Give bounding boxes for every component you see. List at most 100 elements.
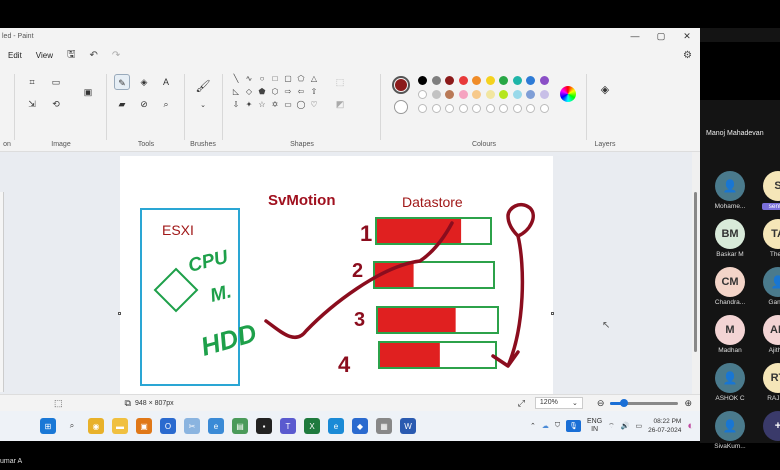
colour-swatch[interactable] xyxy=(526,76,535,85)
menu-view[interactable]: View xyxy=(36,51,53,60)
redo-icon[interactable]: ↷ xyxy=(112,50,120,61)
colour-swatch[interactable] xyxy=(485,76,495,85)
maximize-button[interactable]: ▢ xyxy=(648,31,674,42)
oval-shape-icon[interactable]: ○ xyxy=(256,74,268,83)
colour-swatch[interactable] xyxy=(472,90,481,99)
colour-swatch[interactable] xyxy=(499,90,508,99)
polygon-shape-icon[interactable]: ⬠ xyxy=(295,74,307,83)
right-arrow-shape-icon[interactable]: ⇨ xyxy=(282,87,294,96)
callout-oval-icon[interactable]: ◯ xyxy=(295,100,307,109)
rectangle-shape-icon[interactable]: □ xyxy=(269,74,281,83)
six-point-star-icon[interactable]: ✡ xyxy=(269,100,281,109)
custom-colour-slot[interactable] xyxy=(526,104,535,113)
rotate-icon[interactable]: ⟲ xyxy=(48,96,64,112)
minimize-button[interactable]: — xyxy=(622,31,648,42)
battery-icon[interactable]: ▭ xyxy=(635,422,642,430)
custom-colour-slot[interactable] xyxy=(512,104,522,113)
microphone-icon[interactable]: 🎙 xyxy=(566,420,581,432)
word-icon[interactable]: W xyxy=(400,418,416,434)
colour-swatch[interactable] xyxy=(472,76,481,85)
zoom-slider[interactable] xyxy=(610,398,679,407)
outline-icon[interactable]: ⬚ xyxy=(332,74,348,90)
magnifier-icon[interactable]: ⌕ xyxy=(158,96,174,112)
app-dark-icon[interactable]: ▪ xyxy=(256,418,272,434)
participant-tile[interactable]: BM Baskar M xyxy=(714,219,746,258)
notepad-icon[interactable]: ▤ xyxy=(232,418,248,434)
save-icon[interactable]: 🖫 xyxy=(67,47,76,64)
vertical-scrollbar[interactable] xyxy=(692,152,700,411)
participant-tile[interactable]: TA Theni xyxy=(762,219,780,258)
colour-swatch[interactable] xyxy=(458,90,468,99)
zoom-select[interactable]: 120% ⌄ xyxy=(534,397,583,409)
line-shape-icon[interactable]: ╲ xyxy=(230,74,242,83)
zoom-in-icon[interactable]: ⊕ xyxy=(684,398,692,409)
colour-swatch[interactable] xyxy=(431,76,441,85)
heart-shape-icon[interactable]: ♡ xyxy=(308,100,320,109)
eraser-icon[interactable]: ▰ xyxy=(114,96,130,112)
colour-swatch[interactable] xyxy=(445,90,454,99)
custom-colour-slot[interactable] xyxy=(485,104,495,113)
curve-shape-icon[interactable]: ∿ xyxy=(243,74,255,83)
close-button[interactable]: ✕ xyxy=(674,31,700,42)
left-arrow-shape-icon[interactable]: ⇦ xyxy=(295,87,307,96)
brush-icon[interactable]: 🖌 xyxy=(195,78,211,94)
pentagon-shape-icon[interactable]: ⬟ xyxy=(256,87,268,96)
right-triangle-shape-icon[interactable]: ◺ xyxy=(230,87,242,96)
select-icon[interactable]: ▭ xyxy=(48,74,64,90)
chevron-up-icon[interactable]: ⌃ xyxy=(530,422,536,430)
layers-icon[interactable]: ◈ xyxy=(597,82,613,98)
search-icon[interactable]: ⌕ xyxy=(64,418,80,434)
participant-tile[interactable]: 👤 Ganes xyxy=(762,267,780,306)
triangle-shape-icon[interactable]: △ xyxy=(308,74,320,83)
colour-swatch[interactable] xyxy=(418,76,427,85)
colour-swatch[interactable] xyxy=(512,90,522,99)
text-icon[interactable]: A xyxy=(158,74,174,90)
pencil-icon[interactable]: ✎ xyxy=(114,74,130,90)
secondary-colour[interactable] xyxy=(394,100,408,114)
participant-tile[interactable]: AK Ajith K xyxy=(762,315,780,354)
custom-colour-slot[interactable] xyxy=(458,104,468,113)
onedrive-icon[interactable]: ☁ xyxy=(542,422,549,430)
resize-handle[interactable] xyxy=(551,312,554,315)
undo-icon[interactable]: ↶ xyxy=(90,50,98,61)
zoom-out-icon[interactable]: ⊖ xyxy=(597,398,605,409)
chevron-down-icon[interactable]: ⌄ xyxy=(195,98,211,114)
edge-icon[interactable]: e xyxy=(328,418,344,434)
file-explorer-icon[interactable]: ▬ xyxy=(112,418,128,434)
participant-tile[interactable]: 👤 ASHOK C xyxy=(714,363,746,402)
participant-tile[interactable]: + xyxy=(762,411,780,443)
participant-tile[interactable]: Ssenthil xyxy=(762,171,780,210)
colour-swatch[interactable] xyxy=(458,76,468,85)
custom-colour-slot[interactable] xyxy=(431,104,441,113)
diamond-shape-icon[interactable]: ◇ xyxy=(243,87,255,96)
calculator-icon[interactable]: ▦ xyxy=(376,418,392,434)
shape-fill-icon[interactable]: ◩ xyxy=(332,96,348,112)
fill-bucket-icon[interactable]: ◈ xyxy=(136,74,152,90)
crop-icon[interactable]: ⌗ xyxy=(24,74,40,90)
app-icon[interactable]: ▣ xyxy=(136,418,152,434)
outlook-icon[interactable]: O xyxy=(160,418,176,434)
primary-colour[interactable] xyxy=(392,76,410,94)
colour-swatch[interactable] xyxy=(526,90,535,99)
up-arrow-shape-icon[interactable]: ⇧ xyxy=(308,87,320,96)
teams-icon[interactable]: T xyxy=(280,418,296,434)
colour-swatch[interactable] xyxy=(485,90,495,99)
security-icon[interactable]: ◆ xyxy=(352,418,368,434)
callout-rect-icon[interactable]: ▭ xyxy=(282,100,294,109)
colour-swatch[interactable] xyxy=(431,90,441,99)
resize-handle[interactable] xyxy=(118,312,121,315)
scrollbar-thumb[interactable] xyxy=(694,192,697,352)
windows-start-icon[interactable]: ⊞ xyxy=(40,418,56,434)
volume-icon[interactable]: 🔊 xyxy=(621,422,630,430)
clock[interactable]: 08:22 PM 26-07-2024 xyxy=(648,417,681,435)
resize-icon[interactable]: ⇲ xyxy=(24,96,40,112)
colour-swatch[interactable] xyxy=(418,90,427,99)
drawing-canvas[interactable]: ESXI SvMotion Datastore CPU M. HDD 1 2 3… xyxy=(120,156,553,411)
custom-colour-slot[interactable] xyxy=(539,104,549,113)
shield-icon[interactable]: ⛉ xyxy=(555,422,560,430)
chrome-icon[interactable]: ◉ xyxy=(88,418,104,434)
participant-tile[interactable]: RT RAJ Th xyxy=(762,363,780,402)
edge-icon[interactable]: e xyxy=(208,418,224,434)
colour-swatch[interactable] xyxy=(445,76,454,85)
down-arrow-shape-icon[interactable]: ⇩ xyxy=(230,100,242,109)
